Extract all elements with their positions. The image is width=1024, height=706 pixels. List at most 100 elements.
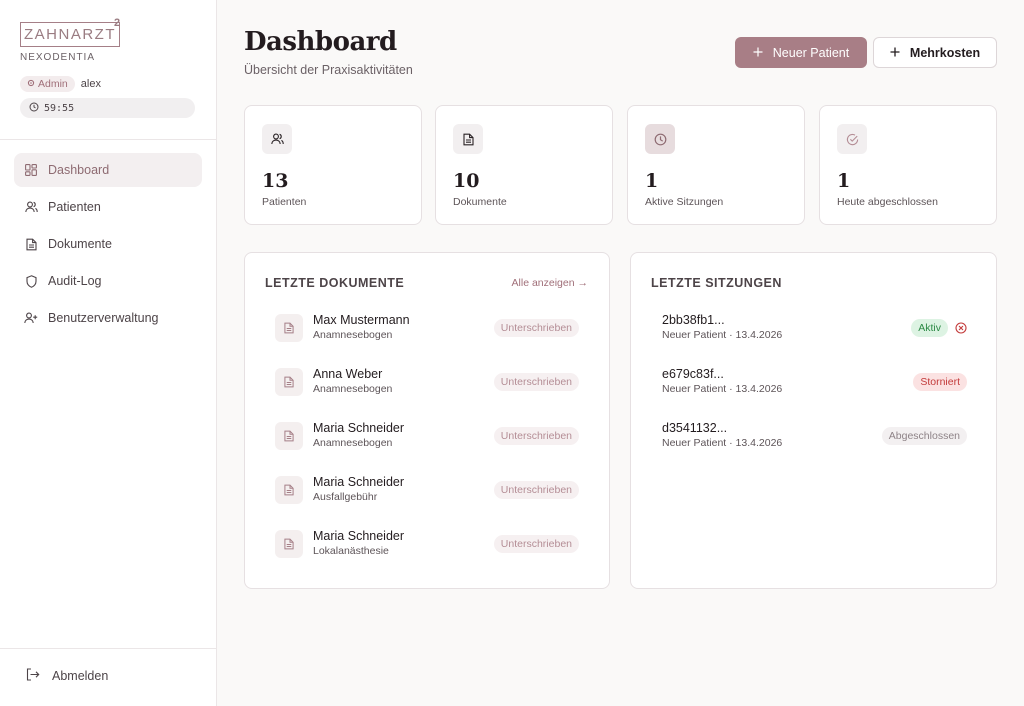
users-icon <box>24 200 38 214</box>
session-timer: 59:55 <box>20 98 195 118</box>
session-row[interactable]: 2bb38fb1... Neuer Patient · 13.4.2026 Ak… <box>662 311 967 345</box>
arrow-right-icon: → <box>577 277 589 289</box>
file-icon <box>275 476 303 504</box>
role-label: Admin <box>38 78 68 90</box>
role-badge: Admin <box>20 76 75 92</box>
users-icon <box>262 124 292 154</box>
new-patient-label: Neuer Patient <box>772 45 850 60</box>
document-row[interactable]: Max Mustermann Anamnesebogen Unterschrie… <box>275 311 579 345</box>
username: alex <box>80 78 101 90</box>
status-badge: Unterschrieben <box>493 373 579 391</box>
page-subtitle: Übersicht der Praxisaktivitäten <box>244 63 413 77</box>
document-patient-name: Maria Schneider <box>313 529 405 543</box>
sidebar-item-label: Benutzerverwaltung <box>48 311 159 325</box>
document-patient-name: Maria Schneider <box>313 475 405 489</box>
document-type: Anamnesebogen <box>313 383 393 395</box>
session-id: d3541132... <box>662 421 728 435</box>
sidebar-item-audit-log[interactable]: Audit-Log <box>14 264 202 298</box>
stat-card-active-sessions[interactable]: 1 Aktive Sitzungen <box>627 105 805 225</box>
card-title: LETZTE DOKUMENTE <box>265 276 405 290</box>
stat-card-patienten[interactable]: 13 Patienten <box>244 105 422 225</box>
session-meta: Neuer Patient · 13.4.2026 <box>662 437 783 449</box>
clock-icon <box>29 102 39 115</box>
user-info: Admin alex <box>20 76 101 92</box>
session-id: e679c83f... <box>662 367 724 381</box>
document-row[interactable]: Maria Schneider Anamnesebogen Unterschri… <box>275 419 579 453</box>
sidebar-nav: Dashboard Patienten Dokumente Audit-Log … <box>14 153 202 338</box>
timer-value: 59:55 <box>44 102 75 114</box>
session-row[interactable]: d3541132... Neuer Patient · 13.4.2026 Ab… <box>662 419 967 453</box>
stat-value: 13 <box>262 170 289 192</box>
sidebar-item-label: Patienten <box>48 200 101 214</box>
session-meta: Neuer Patient · 13.4.2026 <box>662 329 783 341</box>
stat-card-completed-today[interactable]: 1 Heute abgeschlossen <box>819 105 997 225</box>
logout-button[interactable]: Abmelden <box>26 668 108 684</box>
sidebar-item-label: Dokumente <box>48 237 112 251</box>
brand-logo-superscript: 2 <box>114 17 121 29</box>
stat-value: 10 <box>453 170 480 192</box>
sidebar-item-label: Audit-Log <box>48 274 102 288</box>
stat-label: Patienten <box>262 196 307 208</box>
stat-label: Heute abgeschlossen <box>837 196 938 208</box>
status-badge: Unterschrieben <box>493 481 579 499</box>
sidebar: ZAHNARZT 2 NEXODENTIA Admin alex 59:55 D… <box>0 0 217 706</box>
stat-label: Dokumente <box>453 196 507 208</box>
document-type: Lokalanästhesie <box>313 545 389 557</box>
document-row[interactable]: Maria Schneider Ausfallgebühr Unterschri… <box>275 473 579 507</box>
file-icon <box>275 314 303 342</box>
status-badge: Storniert <box>913 373 967 391</box>
divider <box>0 139 216 140</box>
shield-icon <box>24 274 38 288</box>
sidebar-item-dashboard[interactable]: Dashboard <box>14 153 202 187</box>
status-badge: Unterschrieben <box>493 427 579 445</box>
sidebar-item-label: Dashboard <box>48 163 110 177</box>
document-row[interactable]: Anna Weber Anamnesebogen Unterschrieben <box>275 365 579 399</box>
extra-costs-button[interactable]: Mehrkosten <box>873 37 997 68</box>
stat-card-dokumente[interactable]: 10 Dokumente <box>435 105 613 225</box>
recent-sessions-card: LETZTE SITZUNGEN 2bb38fb1... Neuer Patie… <box>630 252 997 589</box>
sidebar-item-dokumente[interactable]: Dokumente <box>14 227 202 261</box>
file-icon <box>275 530 303 558</box>
recent-documents-card: LETZTE DOKUMENTE Alle anzeigen → Max Mus… <box>244 252 610 589</box>
gear-icon <box>27 78 35 90</box>
stat-label: Aktive Sitzungen <box>645 196 724 208</box>
brand-logo: ZAHNARZT <box>20 22 120 47</box>
sidebar-item-patienten[interactable]: Patienten <box>14 190 202 224</box>
stat-value: 1 <box>837 170 851 192</box>
status-badge: Abgeschlossen <box>881 427 967 445</box>
file-icon <box>275 422 303 450</box>
document-type: Anamnesebogen <box>313 437 393 449</box>
file-icon <box>24 237 38 251</box>
user-plus-icon <box>24 311 38 325</box>
page-title: Dashboard <box>244 27 397 57</box>
document-patient-name: Maria Schneider <box>313 421 405 435</box>
session-id: 2bb38fb1... <box>662 313 725 327</box>
document-row[interactable]: Maria Schneider Lokalanästhesie Untersch… <box>275 527 579 561</box>
extra-costs-label: Mehrkosten <box>909 45 981 60</box>
stat-value: 1 <box>645 170 659 192</box>
file-icon <box>275 368 303 396</box>
show-all-link[interactable]: Alle anzeigen → <box>512 277 588 289</box>
cancel-session-icon[interactable] <box>955 322 967 334</box>
plus-icon <box>890 46 900 60</box>
session-meta: Neuer Patient · 13.4.2026 <box>662 383 783 395</box>
document-patient-name: Max Mustermann <box>313 313 410 327</box>
new-patient-button[interactable]: Neuer Patient <box>735 37 867 68</box>
divider <box>0 648 216 649</box>
status-badge: Unterschrieben <box>493 535 579 553</box>
status-badge: Unterschrieben <box>493 319 579 337</box>
check-circle-icon <box>837 124 867 154</box>
plus-icon <box>753 46 763 60</box>
file-icon <box>453 124 483 154</box>
clock-icon <box>645 124 675 154</box>
logout-icon <box>26 668 40 684</box>
document-patient-name: Anna Weber <box>313 367 383 381</box>
status-badge: Aktiv <box>911 319 948 337</box>
sidebar-item-benutzerverwaltung[interactable]: Benutzerverwaltung <box>14 301 202 335</box>
document-type: Ausfallgebühr <box>313 491 378 503</box>
brand-subtitle: NEXODENTIA <box>20 52 96 63</box>
session-row[interactable]: e679c83f... Neuer Patient · 13.4.2026 St… <box>662 365 967 399</box>
grid-icon <box>24 163 38 177</box>
document-type: Anamnesebogen <box>313 329 393 341</box>
card-title: LETZTE SITZUNGEN <box>651 276 782 290</box>
